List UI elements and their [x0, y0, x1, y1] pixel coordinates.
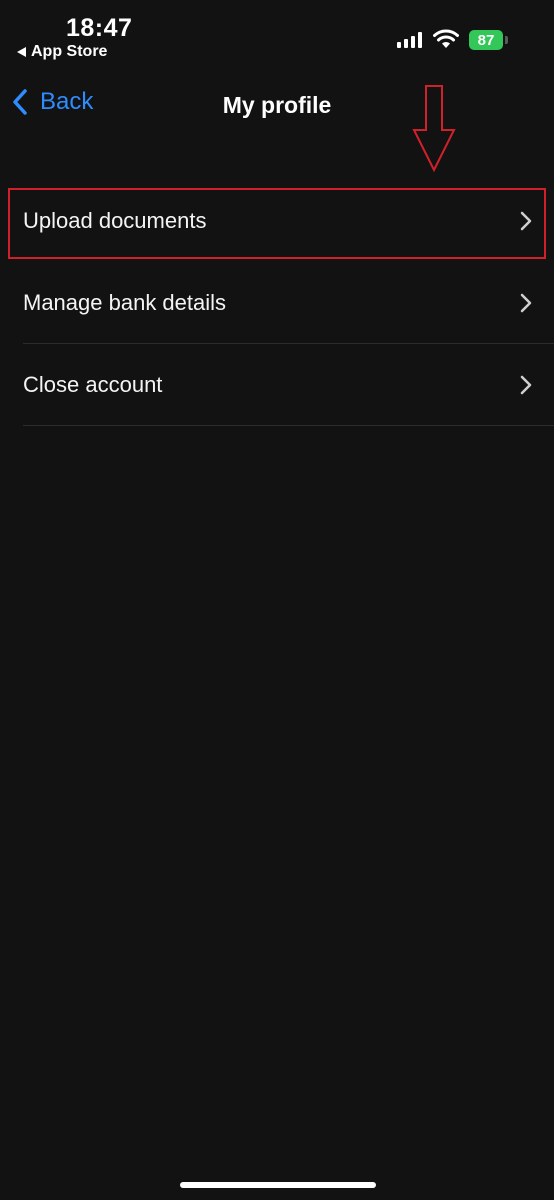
chevron-right-icon — [520, 375, 532, 395]
list-item-upload-documents[interactable]: Upload documents — [0, 180, 554, 262]
battery-icon: 87 — [469, 30, 503, 50]
page-title: My profile — [222, 92, 332, 118]
battery-level: 87 — [477, 31, 495, 49]
list-item-manage-bank-details[interactable]: Manage bank details — [0, 262, 554, 344]
highlight-box — [8, 188, 546, 259]
status-bar: 18:47 App Store 87 — [0, 0, 554, 70]
back-to-app-store-link[interactable]: App Store — [17, 43, 107, 61]
back-triangle-icon — [17, 47, 26, 57]
battery-tip — [505, 36, 508, 44]
wifi-icon — [433, 29, 459, 48]
down-arrow-icon — [412, 85, 456, 173]
status-time: 18:47 — [66, 14, 133, 42]
list-item-label: Close account — [23, 372, 163, 397]
chevron-right-icon — [520, 293, 532, 313]
list-item-label: Manage bank details — [23, 290, 227, 315]
back-to-app-label: App Store — [31, 43, 108, 60]
divider — [23, 425, 554, 426]
list-item-close-account[interactable]: Close account — [0, 344, 554, 426]
profile-menu-list: Upload documents Manage bank details Clo… — [0, 180, 554, 426]
signal-icon — [397, 32, 422, 48]
home-indicator[interactable] — [180, 1182, 376, 1188]
